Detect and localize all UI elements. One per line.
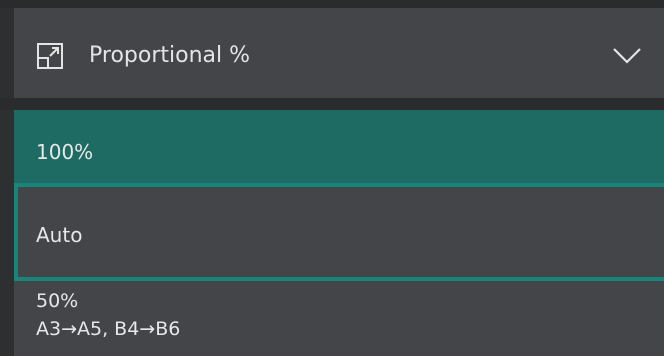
option-label: 100% xyxy=(36,140,94,164)
dropdown-label: Proportional % xyxy=(89,43,251,68)
divider xyxy=(0,98,664,110)
proportional-dropdown[interactable]: Proportional % xyxy=(14,8,664,98)
chevron-down-icon[interactable] xyxy=(612,46,642,66)
option-auto-body: Auto xyxy=(18,187,664,277)
option-100-percent[interactable]: 100% xyxy=(14,110,664,183)
reduce-enlarge-screen: Proportional % 100% Auto 50% A3→A5, B4→B… xyxy=(0,0,664,356)
top-divider xyxy=(0,0,664,8)
option-50-percent[interactable]: 50% A3→A5, B4→B6 xyxy=(14,281,664,356)
option-auto[interactable]: Auto xyxy=(14,183,664,281)
option-sublabel: A3→A5, B4→B6 xyxy=(36,318,181,340)
resize-icon xyxy=(37,43,63,69)
option-label: 50% xyxy=(36,290,79,312)
option-label: Auto xyxy=(36,223,83,247)
